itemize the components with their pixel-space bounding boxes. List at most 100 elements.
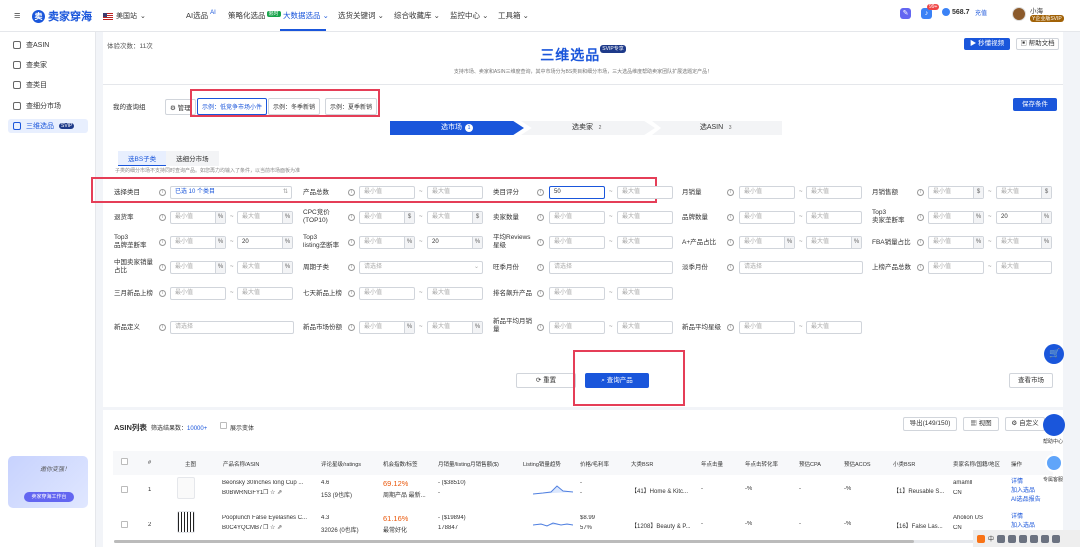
off-month-select[interactable]: 请选择 [739, 261, 863, 274]
nav-monitor[interactable]: 监控中心 ⌄ [450, 10, 488, 21]
detail-link[interactable]: 详情 [1011, 511, 1023, 520]
recharge-link[interactable]: 充值 [975, 8, 987, 17]
new-avg-sales-max[interactable]: 最大值 [617, 321, 673, 334]
custom-button[interactable]: ⚙ 自定义 [1005, 417, 1045, 431]
cpc-max[interactable]: 最大值 $ [427, 211, 483, 224]
return-rate-min[interactable]: 最小值% [170, 211, 226, 224]
input-method-icon[interactable] [977, 534, 985, 543]
view-market-button[interactable]: 查看市场 [1009, 373, 1053, 388]
nav-toolbox[interactable]: 工具箱 ⌄ [498, 10, 529, 21]
help-doc-button[interactable]: ▣ 帮助文档 [1016, 38, 1059, 50]
category-select[interactable]: 已选 10 个类目 ⇅ [170, 186, 292, 199]
3month-new-max[interactable]: 最大值 [237, 287, 293, 300]
cpc-min[interactable]: 最小值 $ [359, 211, 415, 224]
nav-keywords[interactable]: 选货关键词 ⌄ [338, 10, 384, 21]
search-products-button[interactable]: ⌕ 查询产品 [585, 373, 649, 388]
col-bsr[interactable]: 大类BSR [631, 460, 653, 468]
promo-button[interactable]: 卖家穿海工作台 [24, 492, 74, 502]
rank-surge-min[interactable]: 最小值 [549, 287, 605, 300]
copy-icon[interactable]: ❐ ☆ ⇗ [263, 489, 282, 496]
logo[interactable]: 卖 卖家穿海 [32, 8, 92, 24]
aplus-max[interactable]: 最大值% [806, 236, 862, 249]
seller-count-min[interactable]: 最小值 [549, 211, 605, 224]
col-acos[interactable]: 预估ACOS [844, 460, 871, 468]
col-conversion[interactable]: 年点击转化率 [745, 460, 778, 468]
reset-button[interactable]: ⟳ 重置 [516, 373, 576, 388]
example-summer[interactable]: 示例：夏季新销 [325, 98, 378, 115]
step-asin[interactable]: 选ASIN 3 [652, 121, 782, 135]
product-thumbnail[interactable] [177, 477, 195, 499]
return-rate-max[interactable]: 最大值% [237, 211, 293, 224]
product-name[interactable]: Pooplunch False Eyelashes C... [222, 515, 312, 521]
top3-brand-max[interactable]: 20% [237, 236, 293, 249]
step-market[interactable]: 选市场 1 [390, 121, 524, 135]
monthly-sales-max[interactable]: 最大值 [806, 186, 862, 199]
example-low-competition[interactable]: 示例：低竞争市场小件 [197, 98, 268, 115]
cycle-sub-select[interactable]: 请选择 ⌄ [359, 261, 483, 274]
seller-count-max[interactable]: 最大值 [617, 211, 673, 224]
top3-brand-min[interactable]: 最小值% [170, 236, 226, 249]
manage-button[interactable]: ⚙ 管理 [165, 99, 196, 115]
new-def-select[interactable]: 请选择 [170, 321, 294, 334]
nav-ai-selection[interactable]: AI选品 AI [186, 10, 216, 21]
detail-link[interactable]: 详情 [1011, 476, 1023, 485]
category-rating-min[interactable]: 50 [549, 186, 605, 199]
add-selection-link[interactable]: 加入选品 [1011, 485, 1035, 494]
product-asin[interactable]: B0BWRNGFY1 [222, 490, 263, 496]
col-cpa[interactable]: 预估CPA [799, 460, 821, 468]
example-winter[interactable]: 示例：冬季新销 [268, 98, 321, 115]
listed-total-max[interactable]: 最大值 [996, 261, 1052, 274]
variant-checkbox[interactable] [220, 422, 227, 429]
mic-icon[interactable] [1008, 534, 1017, 543]
nav-strategy-selection[interactable]: 策略化选品 限时 [228, 10, 281, 21]
tray-icon[interactable] [1030, 534, 1039, 543]
7day-new-min[interactable]: 最小值 [359, 287, 415, 300]
new-avg-rating-max[interactable]: 最大值 [806, 321, 862, 334]
col-sub-bsr[interactable]: 小类BSR [893, 460, 915, 468]
new-avg-rating-min[interactable]: 最小值 [739, 321, 795, 334]
step-seller[interactable]: 选卖家 2 [521, 121, 655, 135]
grid-icon[interactable] [1041, 534, 1050, 543]
cn-seller-min[interactable]: 最小值% [170, 261, 226, 274]
sidebar-item-3d-selection[interactable]: 三维选品 SVIP [8, 119, 88, 133]
ai-report-link[interactable]: AI选品报告 [1011, 494, 1041, 503]
col-rating[interactable]: 评论星级/ratings [321, 460, 361, 468]
copy-icon[interactable]: ❐ ☆ ⇗ [263, 524, 282, 531]
avg-reviews-min[interactable]: 最小值 [549, 236, 605, 249]
site-selector[interactable]: 美国站 ⌄ [103, 11, 146, 21]
keyboard-icon[interactable] [1019, 534, 1028, 543]
7day-new-max[interactable]: 最大值 [427, 287, 483, 300]
fba-min[interactable]: 最小值% [928, 236, 984, 249]
monthly-revenue-max[interactable]: 最大值 $ [996, 186, 1052, 199]
category-rating-max[interactable]: 最大值 [617, 186, 673, 199]
3month-new-min[interactable]: 最小值 [170, 287, 226, 300]
cn-seller-max[interactable]: 最大值% [237, 261, 293, 274]
fba-max[interactable]: 最大值% [996, 236, 1052, 249]
brand-count-max[interactable]: 最大值 [806, 211, 862, 224]
product-asin[interactable]: B0C4YQCMB7 [222, 525, 262, 531]
brand-count-min[interactable]: 最小值 [739, 211, 795, 224]
sidebar-item-seller[interactable]: 查卖家 [8, 58, 88, 72]
new-share-min[interactable]: 最小值% [359, 321, 415, 334]
horizontal-scrollbar[interactable] [114, 540, 1036, 543]
sidebar-item-asin[interactable]: 查ASIN [8, 38, 88, 52]
top3-listing-min[interactable]: 最小值% [359, 236, 415, 249]
product-thumbnail[interactable] [177, 511, 195, 533]
col-price[interactable]: 价格/毛利率 [580, 460, 609, 468]
monthly-revenue-min[interactable]: 最小值 $ [928, 186, 984, 199]
nav-favorites[interactable]: 综合收藏库 ⌄ [394, 10, 440, 21]
service-avatar-icon[interactable] [1045, 454, 1063, 472]
monthly-sales-min[interactable]: 最小值 [739, 186, 795, 199]
menu-icon[interactable]: ≡ [14, 10, 20, 22]
col-sales[interactable]: 月销量/listing月销售额($) [438, 460, 499, 468]
settings-icon[interactable] [1052, 534, 1061, 543]
new-share-max[interactable]: 最大值% [427, 321, 483, 334]
video-button[interactable]: ▶ 秒懂视频 [964, 38, 1010, 50]
peak-month-select[interactable]: 请选择 [549, 261, 673, 274]
avg-reviews-max[interactable]: 最大值 [617, 236, 673, 249]
aplus-min[interactable]: 最小值% [739, 236, 795, 249]
product-total-max[interactable]: 最大值 [427, 186, 483, 199]
nav-bigdata-selection[interactable]: 大数据选品 ⌄ [283, 10, 329, 21]
tab-bs-subcategory[interactable]: 选BS子类 [118, 151, 167, 166]
col-score[interactable]: 机会指数/标签 [383, 460, 418, 468]
